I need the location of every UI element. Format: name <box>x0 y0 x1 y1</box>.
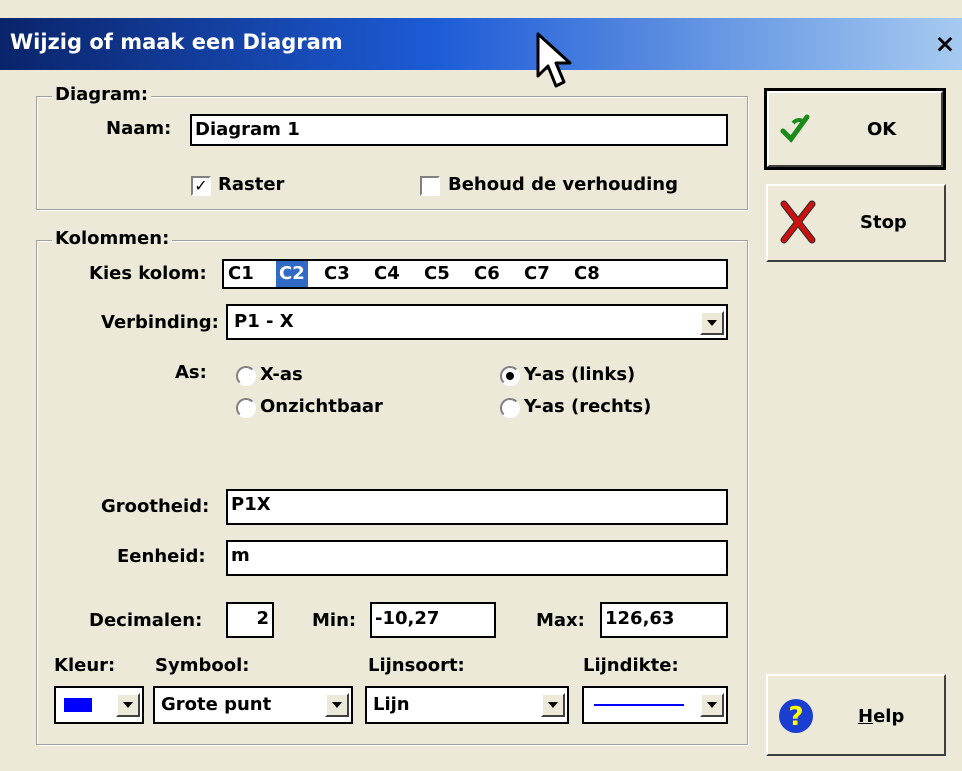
linetype-select[interactable]: Lijn <box>365 686 569 724</box>
help-label-rest: elp <box>873 706 905 727</box>
column-item-c2[interactable]: C2 <box>276 261 308 287</box>
name-input[interactable]: Diagram 1 <box>190 114 728 146</box>
stop-button[interactable]: Stop <box>766 184 946 262</box>
chevron-down-icon[interactable] <box>541 693 565 717</box>
connection-value: P1 - X <box>234 311 294 332</box>
connection-label: Verbinding: <box>101 312 219 333</box>
decimals-input[interactable]: 2 <box>226 602 274 638</box>
connection-select[interactable]: P1 - X <box>226 304 728 340</box>
linewidth-select[interactable] <box>582 686 728 724</box>
help-button[interactable]: ? Help <box>766 674 946 756</box>
column-selector[interactable]: C1 C2 C3 C4 C5 C6 C7 C8 <box>222 259 728 289</box>
window-title: Wijzig of maak een Diagram <box>10 30 343 54</box>
check-icon: ✓ <box>194 176 208 195</box>
stop-label: Stop <box>860 212 907 233</box>
quantity-label: Grootheid: <box>101 496 210 517</box>
linetype-label: Lijnsoort: <box>368 655 465 676</box>
max-input[interactable]: 126,63 <box>600 602 728 638</box>
max-label: Max: <box>536 610 585 631</box>
ok-button[interactable]: OK <box>764 88 946 170</box>
min-input[interactable]: -10,27 <box>370 602 496 638</box>
axis-y-left-radio[interactable] <box>500 366 520 386</box>
min-label: Min: <box>312 610 357 631</box>
ok-check-icon <box>780 114 810 143</box>
close-button[interactable]: × <box>932 27 958 61</box>
axis-invisible-label: Onzichtbaar <box>260 396 383 417</box>
close-icon: × <box>934 29 956 58</box>
color-select[interactable] <box>54 686 144 724</box>
column-item-c6[interactable]: C6 <box>474 261 500 287</box>
column-item-c7[interactable]: C7 <box>524 261 550 287</box>
linewidth-label: Lijndikte: <box>583 655 679 676</box>
raster-label: Raster <box>218 174 285 195</box>
column-item-c1[interactable]: C1 <box>228 261 254 287</box>
svg-text:?: ? <box>788 702 803 732</box>
axis-x-label: X-as <box>260 364 303 385</box>
chevron-down-icon[interactable] <box>325 693 349 717</box>
decimals-label: Decimalen: <box>89 610 203 631</box>
symbol-value: Grote punt <box>161 694 272 715</box>
axis-label: As: <box>175 362 207 383</box>
axis-y-right-radio[interactable] <box>500 398 520 418</box>
dialog: Wijzig of maak een Diagram × Diagram: Na… <box>0 0 962 771</box>
column-item-c5[interactable]: C5 <box>424 261 450 287</box>
unit-input[interactable]: m <box>226 540 728 576</box>
radio-selected-dot <box>506 372 514 380</box>
column-item-c3[interactable]: C3 <box>324 261 350 287</box>
linetype-value: Lijn <box>373 694 410 715</box>
help-label-mnemonic: H <box>858 706 874 727</box>
axis-x-radio[interactable] <box>236 366 256 386</box>
chevron-down-icon[interactable] <box>700 311 724 335</box>
color-label: Kleur: <box>54 655 116 676</box>
axis-invisible-radio[interactable] <box>236 398 256 418</box>
help-label: Help <box>858 706 904 727</box>
name-label: Naam: <box>106 118 172 139</box>
chevron-down-icon[interactable] <box>700 693 724 717</box>
quantity-input[interactable]: P1X <box>226 489 728 525</box>
aspect-label: Behoud de verhouding <box>448 174 679 195</box>
columns-group-legend: Kolommen: <box>52 228 173 249</box>
aspect-checkbox[interactable] <box>420 176 440 196</box>
unit-label: Eenheid: <box>117 546 206 567</box>
choose-column-label: Kies kolom: <box>89 263 207 284</box>
chevron-down-icon[interactable] <box>116 693 140 717</box>
color-swatch <box>64 698 92 712</box>
ok-label: OK <box>867 119 897 140</box>
help-question-icon: ? <box>779 699 813 733</box>
symbol-label: Symbool: <box>155 655 250 676</box>
column-item-c8[interactable]: C8 <box>574 261 600 287</box>
axis-y-left-label: Y-as (links) <box>524 364 636 385</box>
stop-x-icon <box>780 200 816 244</box>
column-item-c4[interactable]: C4 <box>374 261 400 287</box>
mouse-cursor-icon <box>536 32 572 88</box>
diagram-group-legend: Diagram: <box>52 84 152 105</box>
axis-y-right-label: Y-as (rechts) <box>524 396 652 417</box>
symbol-select[interactable]: Grote punt <box>153 686 353 724</box>
line-sample <box>594 704 684 706</box>
raster-checkbox[interactable]: ✓ <box>191 176 211 196</box>
